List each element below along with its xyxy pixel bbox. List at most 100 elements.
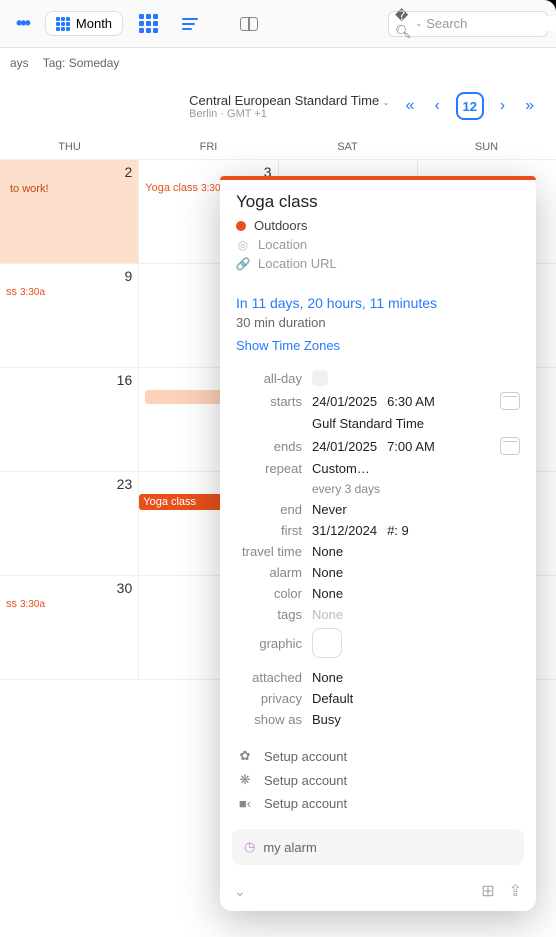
collapse-button[interactable]: ⌄	[234, 883, 246, 900]
url-field[interactable]: 🔗 Location URL	[236, 256, 520, 271]
ends-datepicker-button[interactable]	[500, 437, 520, 455]
calendar-picker[interactable]: Outdoors	[236, 218, 520, 233]
share-button[interactable]: ⇪	[509, 881, 522, 901]
grid-view-button[interactable]	[131, 9, 166, 39]
day-number: 2	[6, 164, 132, 180]
starts-timezone[interactable]: Gulf Standard Time	[312, 416, 424, 431]
showas-value[interactable]: Busy	[312, 712, 341, 727]
show-timezones-link[interactable]: Show Time Zones	[236, 338, 520, 353]
event-item[interactable]: ss3:30a	[6, 286, 132, 298]
timezone-nav-bar: Central European Standard Time ⌄ Berlin …	[0, 78, 556, 134]
day-header: FRI	[139, 134, 278, 159]
color-label: color	[236, 586, 312, 601]
location-icon: ◎	[236, 238, 250, 252]
allday-label: all-day	[236, 371, 312, 386]
event-popover: Yoga class Outdoors ◎ Location 🔗 Locatio…	[220, 176, 536, 911]
calendar-cell[interactable]: 16	[0, 368, 139, 471]
nav-fast-forward-button[interactable]: »	[521, 93, 538, 119]
repeat-label: repeat	[236, 461, 312, 476]
allday-checkbox[interactable]	[312, 370, 328, 386]
color-value[interactable]: None	[312, 586, 343, 601]
setup-label-3: Setup account	[264, 796, 347, 811]
starts-time[interactable]: 6:30 AM	[387, 394, 435, 409]
alarm-label: alarm	[236, 565, 312, 580]
chevron-down-icon: ⌄	[416, 19, 423, 28]
view-month-pill[interactable]: Month	[45, 11, 123, 36]
setup-zoom-button[interactable]: ❋ Setup account	[236, 768, 520, 792]
calendar-color-dot	[236, 221, 246, 231]
alarm-value[interactable]: None	[312, 565, 343, 580]
filter-days: ays	[10, 56, 29, 70]
location-placeholder: Location	[258, 237, 307, 252]
alarm-box[interactable]: ◷ my alarm	[232, 829, 524, 865]
ends-time[interactable]: 7:00 AM	[387, 439, 435, 454]
first-label: first	[236, 523, 312, 538]
event-item[interactable]: ss3:30a	[6, 598, 132, 610]
calendar-header-row: THUFRISATSUN	[0, 134, 556, 160]
day-number: 9	[6, 268, 132, 284]
location-field[interactable]: ◎ Location	[236, 237, 520, 252]
chevron-down-icon: ⌄	[383, 98, 390, 107]
privacy-label: privacy	[236, 691, 312, 706]
grid-large-icon	[139, 14, 158, 33]
day-header: SUN	[417, 134, 556, 159]
nav-back-button[interactable]: ‹	[430, 93, 443, 119]
panel-icon	[240, 17, 258, 31]
timezone-selector[interactable]: Central European Standard Time ⌄ Berlin …	[189, 93, 389, 120]
zoom-icon: ❋	[236, 772, 254, 788]
starts-date[interactable]: 24/01/2025	[312, 394, 377, 409]
calendar-cell[interactable]: 30 ss3:30a	[0, 576, 139, 679]
meet-icon: ✿	[236, 748, 254, 764]
add-button[interactable]: ⊞	[481, 881, 494, 901]
view-label: Month	[76, 16, 112, 31]
video-icon: ■‹	[236, 796, 254, 811]
nav-forward-button[interactable]: ›	[496, 93, 509, 119]
setup-label-2: Setup account	[264, 773, 347, 788]
sidebar-toggle-button[interactable]	[232, 9, 266, 39]
ends-date[interactable]: 24/01/2025	[312, 439, 377, 454]
setup-video-button[interactable]: ■‹ Setup account	[236, 792, 520, 815]
duration-text: 30 min duration	[236, 315, 520, 330]
calendar-cell[interactable]: 23	[0, 472, 139, 575]
list-icon	[182, 18, 198, 30]
tags-value[interactable]: None	[312, 607, 343, 622]
today-button[interactable]: 12	[456, 92, 484, 120]
attached-label: attached	[236, 670, 312, 685]
calendar-cell[interactable]: 9 ss3:30a	[0, 264, 139, 367]
popover-footer: ⌄ ⊞ ⇪	[220, 875, 536, 911]
event-item[interactable]: to work!	[6, 182, 132, 196]
integration-section: ✿Setup account ❋ Setup account ■‹ Setup ac…	[220, 738, 536, 825]
list-view-button[interactable]	[174, 9, 206, 39]
alarm-text: my alarm	[263, 840, 316, 855]
ends-label: ends	[236, 439, 312, 454]
repeat-sub: every 3 days	[312, 482, 380, 496]
day-number: 23	[6, 476, 132, 492]
tz-main: Central European Standard Time	[189, 93, 379, 108]
starts-datepicker-button[interactable]	[500, 392, 520, 410]
end-value[interactable]: Never	[312, 502, 347, 517]
more-button[interactable]: •••	[8, 9, 37, 39]
tags-label: tags	[236, 607, 312, 622]
calendar-cell[interactable]: 2 to work!	[0, 160, 139, 263]
travel-value[interactable]: None	[312, 544, 343, 559]
link-icon: 🔗	[236, 257, 250, 271]
filter-tag[interactable]: Tag: Someday	[43, 56, 120, 70]
clock-icon: ◷	[244, 839, 255, 855]
url-placeholder: Location URL	[258, 256, 337, 271]
grid-icon	[56, 17, 70, 31]
search-input[interactable]	[426, 16, 556, 31]
attached-value[interactable]: None	[312, 670, 343, 685]
nav-fast-back-button[interactable]: «	[402, 93, 419, 119]
graphic-picker[interactable]	[312, 628, 342, 658]
day-header: SAT	[278, 134, 417, 159]
travel-label: travel time	[236, 544, 312, 559]
filter-bar: ays Tag: Someday	[0, 48, 556, 78]
repeat-value[interactable]: Custom…	[312, 461, 370, 476]
search-box[interactable]: �🔍︎ ⌄	[388, 11, 548, 37]
toolbar: ••• Month �🔍︎ ⌄	[0, 0, 556, 48]
day-number: 30	[6, 580, 132, 596]
privacy-value[interactable]: Default	[312, 691, 353, 706]
countdown-text: In 11 days, 20 hours, 11 minutes	[236, 295, 520, 311]
setup-meet-button[interactable]: ✿Setup account	[236, 744, 520, 768]
event-title[interactable]: Yoga class	[236, 192, 520, 212]
